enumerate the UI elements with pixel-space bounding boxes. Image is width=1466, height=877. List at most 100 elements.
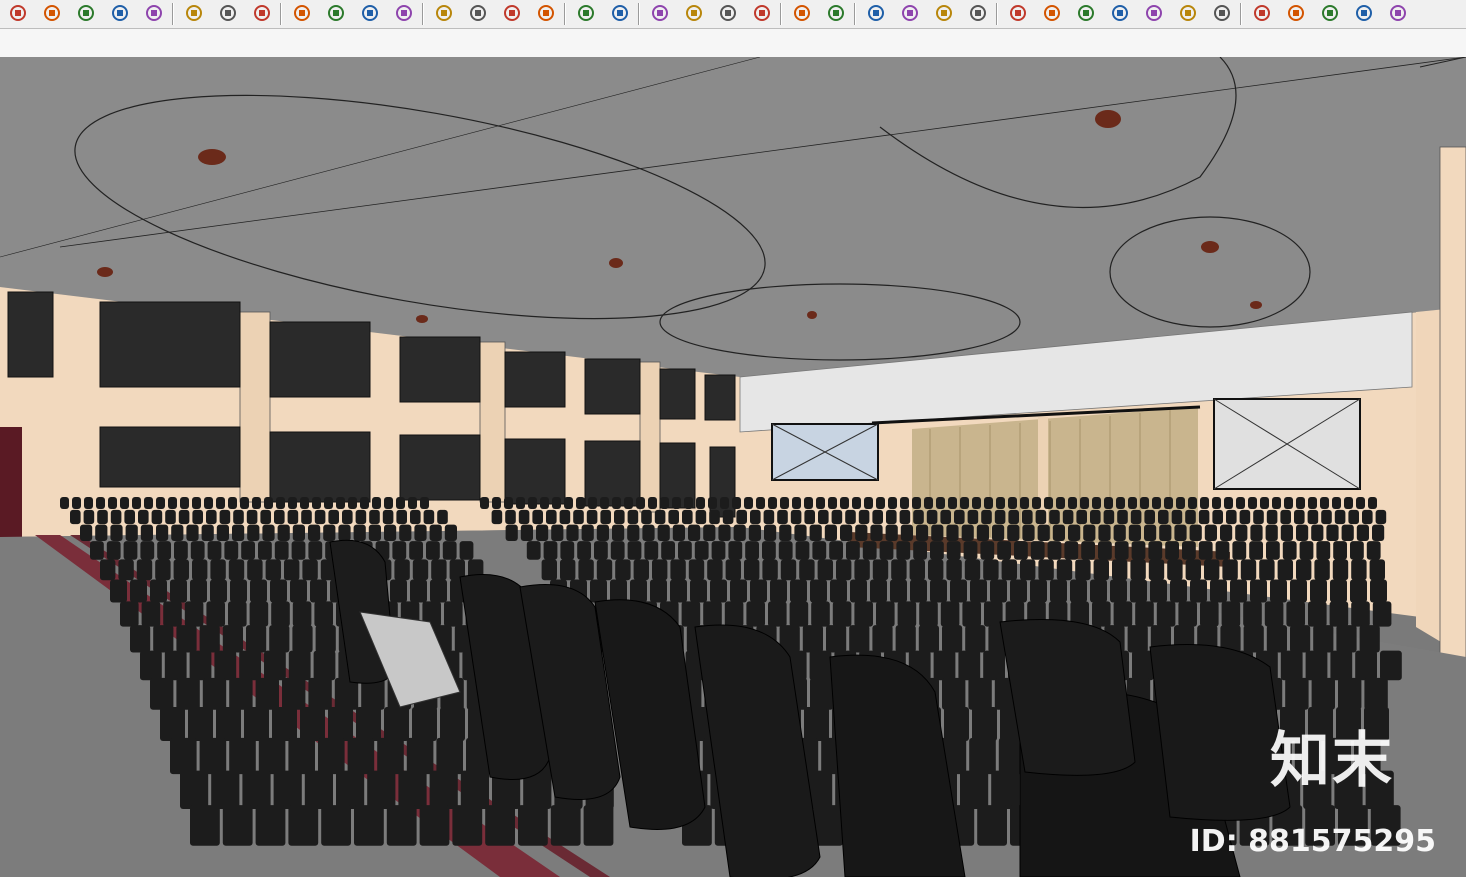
seat xyxy=(150,677,174,710)
seat xyxy=(1185,559,1201,581)
omni-light-icon[interactable] xyxy=(1006,2,1030,24)
proxy-import-icon[interactable] xyxy=(1318,2,1342,24)
seat xyxy=(946,541,961,560)
toolbar-separator xyxy=(997,3,998,25)
clipper-icon[interactable] xyxy=(1386,2,1410,24)
dome-light-icon[interactable] xyxy=(1176,2,1200,24)
zoom-extents-icon[interactable] xyxy=(392,2,416,24)
seat xyxy=(1215,541,1230,560)
seat xyxy=(1270,579,1287,603)
seat xyxy=(1344,497,1353,509)
seat xyxy=(60,497,69,509)
seat xyxy=(304,770,333,809)
seat xyxy=(189,650,212,681)
seat xyxy=(1330,579,1347,603)
seat xyxy=(872,559,889,581)
infinite-plane-icon[interactable] xyxy=(1250,2,1274,24)
seat xyxy=(1380,650,1402,681)
seat xyxy=(960,497,969,509)
vray-logo-icon[interactable] xyxy=(648,2,672,24)
seat xyxy=(1333,541,1347,560)
extension-icon[interactable] xyxy=(466,2,490,24)
spot-light-icon[interactable] xyxy=(1074,2,1098,24)
seat xyxy=(1311,524,1324,541)
text-label-icon[interactable] xyxy=(216,2,240,24)
seat xyxy=(1093,559,1109,581)
seat xyxy=(153,625,174,653)
warehouse-icon[interactable] xyxy=(432,2,456,24)
seat xyxy=(802,625,823,653)
user-account-icon[interactable] xyxy=(574,2,598,24)
seat xyxy=(1020,559,1036,581)
seat xyxy=(1375,509,1387,525)
paint-bucket-icon[interactable] xyxy=(40,2,64,24)
seat xyxy=(933,650,956,681)
seat xyxy=(600,497,609,509)
viewport[interactable]: 知末 ID: 881575295 xyxy=(0,57,1466,877)
proxy-export-icon[interactable] xyxy=(1284,2,1308,24)
seat xyxy=(1007,524,1020,541)
seat xyxy=(95,524,108,541)
scale-icon[interactable] xyxy=(142,2,166,24)
frame-buffer-icon[interactable] xyxy=(790,2,814,24)
mesh-light-icon[interactable] xyxy=(1210,2,1234,24)
seat xyxy=(216,524,229,541)
batch-render-icon[interactable] xyxy=(932,2,956,24)
fur-icon[interactable] xyxy=(1352,2,1376,24)
seat xyxy=(382,509,394,525)
seat xyxy=(642,524,655,541)
rotate-icon[interactable] xyxy=(108,2,132,24)
place-component-icon[interactable] xyxy=(6,2,30,24)
seat xyxy=(1359,625,1380,653)
dropdown-arrow-icon[interactable] xyxy=(608,2,632,24)
seat xyxy=(315,625,336,653)
seat xyxy=(1176,497,1185,509)
seat xyxy=(202,677,227,710)
seat xyxy=(977,805,1007,846)
seat xyxy=(1296,524,1309,541)
seat xyxy=(809,650,832,681)
ruby-icon[interactable] xyxy=(534,2,558,24)
seat xyxy=(836,559,852,581)
share-model-icon[interactable] xyxy=(500,2,524,24)
camera-icon[interactable] xyxy=(898,2,922,24)
seat xyxy=(810,579,827,603)
seat xyxy=(550,805,581,846)
material-editor-icon[interactable] xyxy=(824,2,848,24)
tape-measure-icon[interactable] xyxy=(182,2,206,24)
seat xyxy=(1230,579,1247,603)
orbit-icon[interactable] xyxy=(290,2,314,24)
ies-light-icon[interactable] xyxy=(1108,2,1132,24)
toolbar-separator xyxy=(781,3,782,25)
teapot-render-icon[interactable] xyxy=(682,2,706,24)
window-light-icon[interactable] xyxy=(864,2,888,24)
seat xyxy=(963,541,978,560)
cloud-render-icon[interactable] xyxy=(750,2,774,24)
sphere-light-icon[interactable] xyxy=(1040,2,1064,24)
seat xyxy=(885,524,898,541)
seat xyxy=(1114,541,1129,560)
lock-icon[interactable] xyxy=(966,2,990,24)
move-icon[interactable] xyxy=(74,2,98,24)
pan-icon[interactable] xyxy=(324,2,348,24)
seat xyxy=(230,579,247,603)
seat xyxy=(492,497,501,509)
seat xyxy=(72,497,81,509)
interactive-render-icon[interactable] xyxy=(716,2,740,24)
seat xyxy=(157,541,171,560)
paint-icon[interactable] xyxy=(250,2,274,24)
seat xyxy=(164,650,187,681)
seat xyxy=(1152,497,1161,509)
seat xyxy=(396,497,405,509)
seat xyxy=(799,559,815,581)
seat xyxy=(171,524,184,541)
seat xyxy=(1159,524,1172,541)
seat xyxy=(612,497,621,509)
seat xyxy=(190,579,207,603)
seat xyxy=(1222,559,1238,581)
zoom-icon[interactable] xyxy=(358,2,382,24)
seat xyxy=(255,805,286,846)
sun-light-icon[interactable] xyxy=(1142,2,1166,24)
seat xyxy=(762,541,776,560)
seat xyxy=(950,579,967,603)
